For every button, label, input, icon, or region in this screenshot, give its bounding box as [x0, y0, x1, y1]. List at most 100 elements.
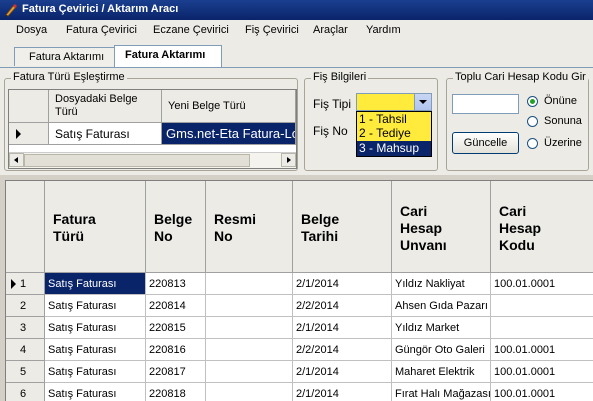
radio-uzerine[interactable] — [527, 138, 538, 149]
cell-tur[interactable]: Satış Faturası — [45, 317, 146, 339]
cari-kod-input[interactable] — [452, 94, 519, 114]
option-tahsil[interactable]: 1 - Tahsil — [357, 112, 433, 126]
row-header[interactable]: 4 — [6, 339, 45, 361]
cell-tur[interactable]: Satış Faturası — [45, 383, 146, 401]
option-mahsup[interactable]: 3 - Mahsup — [357, 141, 431, 156]
cell-resmi[interactable] — [206, 383, 293, 401]
cell-unvan[interactable]: Yıldız Market — [392, 317, 491, 339]
menu-araclar[interactable]: Araçlar — [313, 24, 348, 36]
header-label: Cari Hesap Unvanı — [400, 203, 447, 253]
header-label: Fatura Türü — [53, 211, 96, 244]
cell-tarih[interactable]: 2/1/2014 — [293, 273, 392, 295]
cell-resmi[interactable] — [206, 339, 293, 361]
cell-unvan[interactable]: Maharet Elektrik — [392, 361, 491, 383]
header-label: Belge No — [154, 211, 193, 244]
row-number: 4 — [20, 344, 27, 356]
cell-resmi[interactable] — [206, 295, 293, 317]
radio-sonuna[interactable] — [527, 116, 538, 127]
cell-resmi[interactable] — [206, 273, 293, 295]
header-belge-tarihi[interactable]: Belge Tarihi — [293, 181, 392, 273]
cell-tur[interactable]: Satış Faturası — [45, 295, 146, 317]
mapping-grid: Dosyadaki Belge Türü Yeni Belge Türü Sat… — [8, 89, 297, 169]
toplu-group: Toplu Cari Hesap Kodu Gir Güncelle Önüne… — [446, 71, 589, 171]
scroll-thumb[interactable] — [24, 154, 250, 167]
row-pointer-icon — [11, 279, 16, 289]
cell-belge[interactable]: 220818 — [146, 383, 206, 401]
cell-tarih[interactable]: 2/2/2014 — [293, 339, 392, 361]
cell-tur[interactable]: Satış Faturası — [45, 339, 146, 361]
cell-kod[interactable] — [491, 317, 593, 339]
mapping-source-cell[interactable]: Satış Faturası — [49, 123, 162, 145]
tab-label: Fatura Aktarımı — [125, 49, 206, 61]
grid-corner — [6, 181, 45, 273]
mapping-target-cell[interactable]: Gms.net-Eta Fatura-Log — [162, 123, 296, 145]
header-belge-no[interactable]: Belge No — [146, 181, 206, 273]
tab-strip: Fatura Aktarımı Fatura Aktarımı — [0, 42, 593, 68]
invoice-grid: Fatura Türü Belge No Resmi No Belge Tari… — [5, 180, 593, 401]
tab-fatura-aktarimi-1[interactable]: Fatura Aktarımı — [14, 47, 116, 66]
row-header[interactable]: 3 — [6, 317, 45, 339]
guncelle-button[interactable]: Güncelle — [452, 132, 519, 154]
menu-dosya[interactable]: Dosya — [16, 24, 47, 36]
cell-unvan[interactable]: Ahsen Gıda Pazarı — [392, 295, 491, 317]
scroll-right-button[interactable] — [281, 153, 296, 167]
arrow-left-icon — [14, 157, 18, 163]
cell-kod[interactable]: 100.01.0001 — [491, 339, 593, 361]
radio-sonuna-label: Sonuna — [544, 115, 582, 127]
menu-fis-cevirici[interactable]: Fiş Çevirici — [245, 24, 299, 36]
cell-unvan[interactable]: Yıldız Nakliyat — [392, 273, 491, 295]
menu-fatura-cevirici[interactable]: Fatura Çevirici — [66, 24, 137, 36]
cell-belge[interactable]: 220817 — [146, 361, 206, 383]
cell-belge[interactable]: 220815 — [146, 317, 206, 339]
radio-onune-label: Önüne — [544, 95, 578, 107]
row-number: 1 — [20, 278, 27, 290]
cell-belge[interactable]: 220816 — [146, 339, 206, 361]
row-number: 6 — [20, 388, 27, 400]
menu-bar: Dosya Fatura Çevirici Eczane Çevirici Fi… — [0, 20, 593, 43]
fis-tipi-dropdown-list: 1 - Tahsil 2 - Tediye 3 - Mahsup — [356, 111, 432, 157]
row-pointer-icon — [16, 129, 21, 139]
radio-onune[interactable] — [527, 96, 538, 107]
cell-belge[interactable]: 220814 — [146, 295, 206, 317]
option-tediye[interactable]: 2 - Tediye — [357, 126, 433, 140]
chevron-down-icon — [419, 100, 427, 104]
header-cari-hesap-unvani[interactable]: Cari Hesap Unvanı — [392, 181, 491, 273]
mapping-col-target: Yeni Belge Türü — [162, 90, 296, 123]
header-resmi-no[interactable]: Resmi No — [206, 181, 293, 273]
cell-kod[interactable]: 100.01.0001 — [491, 361, 593, 383]
menu-yardim[interactable]: Yardım — [366, 24, 401, 36]
menu-eczane-cevirici[interactable]: Eczane Çevirici — [153, 24, 229, 36]
header-label: Cari Hesap Kodu — [499, 203, 542, 253]
fis-tipi-select[interactable] — [356, 93, 432, 111]
row-header[interactable]: 1 — [6, 273, 45, 295]
cell-kod[interactable] — [491, 295, 593, 317]
scroll-left-button[interactable] — [9, 153, 24, 167]
fis-tipi-label: Fiş Tipi — [313, 97, 352, 111]
cell-tur[interactable]: Satış Faturası — [45, 361, 146, 383]
header-cari-hesap-kodu[interactable]: Cari Hesap Kodu — [491, 181, 593, 273]
cell-tarih[interactable]: 2/2/2014 — [293, 295, 392, 317]
header-fatura-turu[interactable]: Fatura Türü — [45, 181, 146, 273]
mapping-horizontal-scrollbar[interactable] — [9, 152, 296, 168]
cell-kod[interactable]: 100.01.0001 — [491, 273, 593, 295]
window-title: Fatura Çevirici / Aktarım Aracı — [22, 3, 179, 15]
cell-tarih[interactable]: 2/1/2014 — [293, 317, 392, 339]
toplu-legend: Toplu Cari Hesap Kodu Gir — [453, 71, 588, 83]
cell-unvan[interactable]: Güngör Oto Galeri — [392, 339, 491, 361]
cell-tur[interactable]: Satış Faturası — [45, 273, 146, 295]
cell-tarih[interactable]: 2/1/2014 — [293, 361, 392, 383]
app-icon — [5, 4, 17, 17]
fis-group: Fiş Bilgileri Fiş Tipi Fiş No 1 - Tahsil… — [304, 71, 438, 171]
tab-fatura-aktarimi-2[interactable]: Fatura Aktarımı — [114, 45, 222, 67]
cell-unvan[interactable]: Fırat Halı Mağazası — [392, 383, 491, 401]
row-header[interactable]: 5 — [6, 361, 45, 383]
row-header[interactable]: 2 — [6, 295, 45, 317]
cell-resmi[interactable] — [206, 317, 293, 339]
mapping-row-header[interactable] — [9, 123, 49, 145]
cell-kod[interactable]: 100.01.0001 — [491, 383, 593, 401]
cell-tarih[interactable]: 2/1/2014 — [293, 383, 392, 401]
dropdown-button[interactable] — [414, 94, 431, 110]
row-header[interactable]: 6 — [6, 383, 45, 401]
cell-belge[interactable]: 220813 — [146, 273, 206, 295]
cell-resmi[interactable] — [206, 361, 293, 383]
